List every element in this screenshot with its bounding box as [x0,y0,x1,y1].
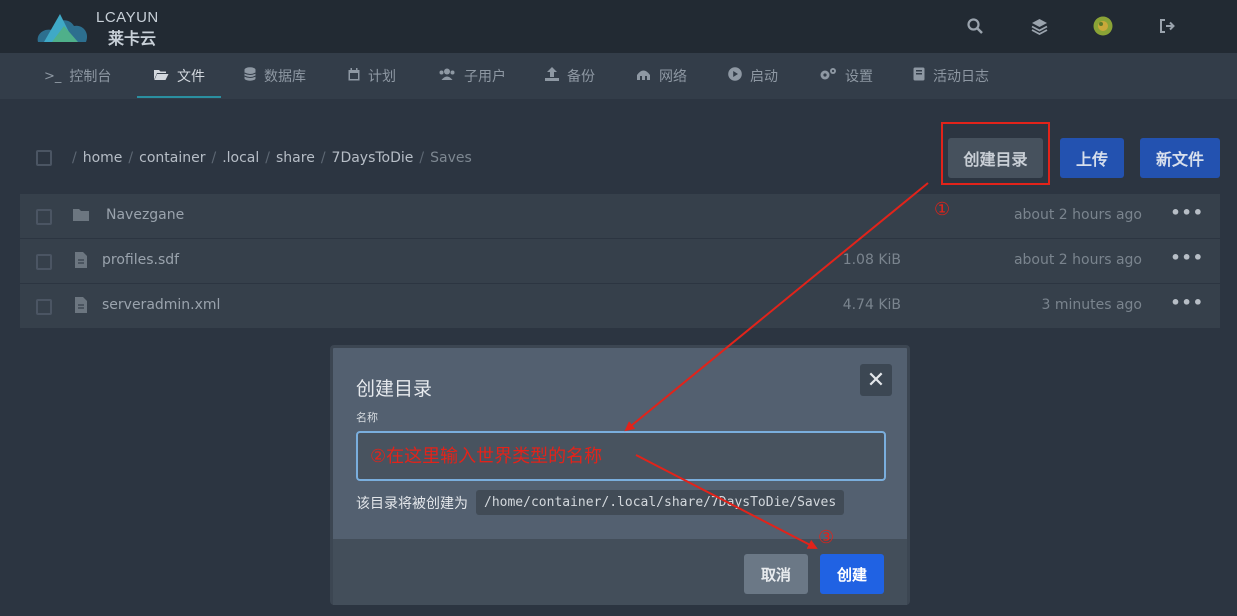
file-icon [75,252,87,268]
file-row[interactable]: serveradmin.xml 4.74 KiB 3 minutes ago •… [20,284,1220,329]
nav-startup[interactable]: 启动 [728,53,778,99]
row-checkbox[interactable] [36,209,52,225]
nav-label: 活动日志 [933,69,989,85]
nav-settings[interactable]: 设置 [819,53,873,99]
file-modified: about 2 hours ago [1013,252,1142,268]
file-icon [75,297,87,313]
annotation-step-1: ① [934,199,951,220]
breadcrumb-current: Saves [430,150,472,166]
brand-name-cn: 莱卡云 [108,29,157,48]
breadcrumb: / home / container / .local / share / 7D… [36,150,472,166]
more-options-icon[interactable]: ••• [1170,248,1204,267]
cloud-logo-icon [37,14,88,42]
breadcrumb-separator: / [265,150,270,166]
database-icon [244,67,256,85]
directory-name-input[interactable] [356,431,886,481]
cogs-icon [819,67,837,85]
file-name[interactable]: serveradmin.xml [102,297,220,313]
modal-body: 创建目录 ✕ 名称 该目录将被创建为 /home/container/.loca… [333,348,907,539]
nav-label: 设置 [845,69,873,85]
file-size: 4.74 KiB [842,297,901,313]
brand-name: LCAYUN [96,9,159,26]
nav-subusers[interactable]: 子用户 [438,53,506,99]
modal-title: 创建目录 [356,378,433,400]
select-all-checkbox[interactable] [36,150,52,166]
annotation-highlight-box [941,122,1050,185]
upload-icon [545,67,559,85]
nav-schedules[interactable]: 计划 [348,53,396,99]
nav-files[interactable]: 文件 [137,53,221,99]
nav-backups[interactable]: 备份 [545,53,595,99]
file-modified: 3 minutes ago [1041,297,1142,313]
more-options-icon[interactable]: ••• [1170,203,1204,222]
row-checkbox[interactable] [36,254,52,270]
target-path-hint: 该目录将被创建为 /home/container/.local/share/7D… [356,490,845,515]
close-icon[interactable]: ✕ [860,364,892,396]
create-directory-modal: 创建目录 ✕ 名称 该目录将被创建为 /home/container/.loca… [330,345,910,605]
breadcrumb-7daystodie[interactable]: 7DaysToDie [332,150,414,166]
hint-text: 该目录将被创建为 [356,495,468,512]
file-row[interactable]: Navezgane about 2 hours ago ••• [20,194,1220,239]
breadcrumb-separator: / [128,150,134,166]
file-list: Navezgane about 2 hours ago ••• profiles… [20,194,1220,329]
nav-activity[interactable]: 活动日志 [913,53,989,99]
header-actions [943,15,1199,37]
breadcrumb-separator: / [211,150,217,166]
terminal-icon: >_ [44,68,62,84]
top-header: LCAYUN 莱卡云 [0,0,1237,53]
search-icon[interactable] [943,15,1007,37]
folder-open-icon [153,68,169,85]
file-size: 1.08 KiB [842,252,901,268]
breadcrumb-local[interactable]: .local [222,150,259,166]
sign-out-icon[interactable] [1135,15,1199,37]
nav-label: 控制台 [69,69,112,85]
modal-footer: 取消 创建 [333,539,907,605]
row-checkbox[interactable] [36,299,52,315]
file-name[interactable]: profiles.sdf [102,252,179,268]
avatar-icon[interactable] [1071,15,1135,37]
target-path: /home/container/.local/share/7DaysToDie/… [476,490,845,515]
nav-label: 备份 [567,69,595,85]
brand-logo[interactable]: LCAYUN 莱卡云 [34,8,174,48]
book-icon [913,67,925,85]
nav-label: 子用户 [464,69,506,85]
annotation-step-3: ③ [818,527,835,548]
server-nav: >_ 控制台 文件 数据库 计划 子用户 备份 网络 启动 设置 活动日志 [0,53,1237,99]
name-field-label: 名称 [356,411,378,424]
nav-label: 文件 [177,69,205,85]
cancel-button[interactable]: 取消 [744,554,808,594]
breadcrumb-separator: / [419,150,425,166]
file-modified: about 2 hours ago [1013,207,1142,223]
users-icon [438,68,456,84]
file-row[interactable]: profiles.sdf 1.08 KiB about 2 hours ago … [20,239,1220,284]
nav-label: 计划 [368,69,396,85]
create-button[interactable]: 创建 [820,554,884,594]
upload-button[interactable]: 上传 [1060,138,1124,178]
breadcrumb-separator: / [320,150,326,166]
more-options-icon[interactable]: ••• [1170,293,1204,312]
nav-network[interactable]: 网络 [636,53,687,99]
breadcrumb-separator: / [72,150,77,166]
nav-label: 启动 [750,69,778,85]
new-file-button[interactable]: 新文件 [1140,138,1220,178]
network-icon [636,68,651,84]
nav-console[interactable]: >_ 控制台 [44,53,111,99]
play-icon [728,67,742,85]
breadcrumb-share[interactable]: share [276,150,315,166]
calendar-icon [348,67,360,85]
breadcrumb-home[interactable]: home [83,150,123,166]
file-name[interactable]: Navezgane [106,207,184,223]
nav-database[interactable]: 数据库 [244,53,306,99]
nav-label: 数据库 [264,69,306,85]
nav-label: 网络 [659,69,687,85]
folder-icon [73,209,89,221]
breadcrumb-container[interactable]: container [139,150,205,166]
layers-icon[interactable] [1007,15,1071,37]
